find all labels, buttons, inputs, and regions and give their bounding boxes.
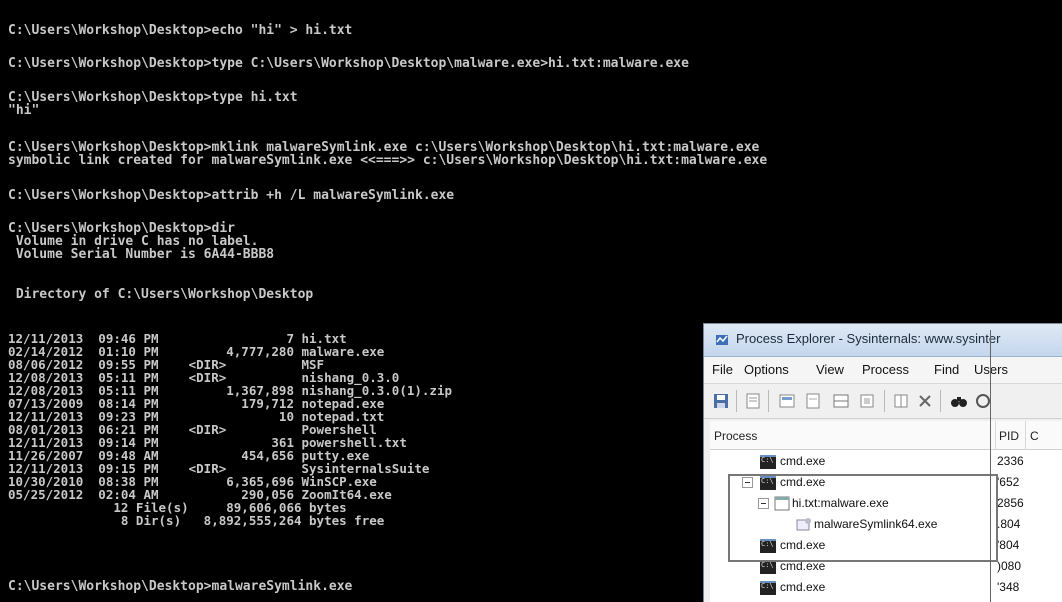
cmd-line-dir: C:\Users\Workshop\Desktop>dir Volume in … <box>8 221 275 262</box>
properties-icon[interactable] <box>802 390 824 412</box>
window-title: Process Explorer - Sysinternals: www.sys… <box>736 331 1001 346</box>
cmd-icon <box>760 581 776 595</box>
process-pid: '652 <box>997 475 1020 489</box>
find-binoculars-icon[interactable] <box>948 390 970 412</box>
cmd-line-mklink: C:\Users\Workshop\Desktop>mklink malware… <box>8 140 768 168</box>
cmd-line-type-ads: C:\Users\Workshop\Desktop>type C:\Users\… <box>8 56 689 71</box>
cmd-icon <box>760 455 776 469</box>
menu-view[interactable]: View <box>816 362 844 377</box>
menu-process[interactable]: Process <box>862 362 909 377</box>
system-info-icon[interactable] <box>776 390 798 412</box>
process-row[interactable]: cmd.exe '348 <box>710 577 1062 598</box>
column-process[interactable]: Process <box>714 429 757 443</box>
annotation-line <box>990 330 991 602</box>
toolbar-separator <box>736 390 737 412</box>
toolbar-separator <box>884 390 885 412</box>
toolbar-separator <box>940 390 941 412</box>
save-icon[interactable] <box>710 390 732 412</box>
cmd-line-run-symlink[interactable]: C:\Users\Workshop\Desktop>malwareSymlink… <box>8 580 352 593</box>
process-pid: 2856 <box>997 496 1024 510</box>
process-pid: '804 <box>997 538 1020 552</box>
process-pid: )080 <box>997 559 1022 573</box>
column-divider[interactable] <box>995 421 996 449</box>
column-divider[interactable] <box>1025 421 1026 449</box>
process-name: cmd.exe <box>780 454 826 468</box>
process-explorer-window[interactable]: Process Explorer - Sysinternals: www.sys… <box>703 323 1062 602</box>
toolbar-separator <box>768 390 769 412</box>
process-pid: .804 <box>997 517 1021 531</box>
column-pid[interactable]: PID <box>999 429 1019 443</box>
refresh-icon[interactable] <box>742 390 764 412</box>
highlight-box <box>728 474 998 562</box>
process-explorer-icon <box>716 335 728 345</box>
menu-options[interactable]: Options <box>744 362 789 377</box>
cmd-line-echo: C:\Users\Workshop\Desktop>echo "hi" > hi… <box>8 23 353 38</box>
kill-process-icon[interactable] <box>914 390 936 412</box>
cmd-icon <box>760 560 776 574</box>
toolbar <box>704 384 1062 419</box>
menu-bar: File Options View Process Find Users <box>704 357 1062 384</box>
process-name: cmd.exe <box>780 580 826 594</box>
process-list-header: Process PID C <box>710 421 1062 450</box>
menu-file[interactable]: File <box>712 362 733 377</box>
process-pid: '348 <box>997 580 1020 594</box>
lower-pane-icon[interactable] <box>830 390 852 412</box>
menu-find[interactable]: Find <box>934 362 959 377</box>
dir-listing: 12/11/2013 09:46 PM 7 hi.txt 02/14/2012 … <box>8 330 453 528</box>
screenshot: C:\Users\Workshop\Desktop>echo "hi" > hi… <box>0 0 1062 602</box>
handle-view-icon[interactable] <box>890 390 912 412</box>
column-cpu[interactable]: C <box>1030 429 1039 443</box>
dir-heading: Directory of C:\Users\Workshop\Desktop <box>8 287 314 302</box>
process-row[interactable]: cmd.exe 2336 <box>710 451 1062 472</box>
cmd-line-type-hi: C:\Users\Workshop\Desktop>type hi.txt "h… <box>8 90 298 118</box>
process-pid: 2336 <box>997 454 1024 468</box>
dll-view-icon[interactable] <box>856 390 878 412</box>
title-bar[interactable]: Process Explorer - Sysinternals: www.sys… <box>704 324 1062 357</box>
process-tree: cmd.exe 2336 cmd.exe '652 hi.txt:malware… <box>710 450 1062 602</box>
cmd-line-attrib: C:\Users\Workshop\Desktop>attrib +h /L m… <box>8 188 455 203</box>
